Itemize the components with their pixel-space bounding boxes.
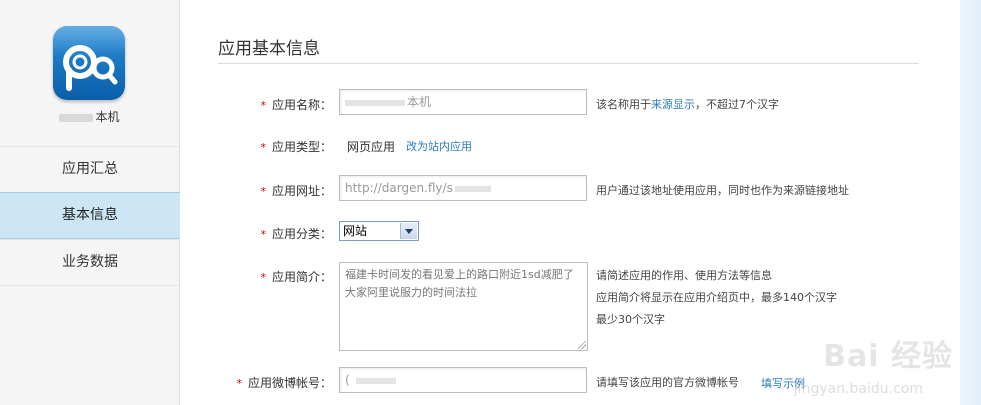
label-app-category: * 应用分类： [260,227,332,241]
resize-handle-icon[interactable] [578,341,586,349]
app-type-value: 网页应用 [347,140,396,154]
baidu-watermark-url: jingyan.baidu.com [793,381,923,397]
app-name-input[interactable]: 本机 [339,89,587,115]
weibo-hint: 请填写该应用的官方微博帐号 [596,376,739,389]
sidebar-nav: 应用汇总 基本信息 业务数据 [0,146,187,286]
weibo-account-input[interactable]: ( [339,367,587,393]
baidu-watermark: Bai 经验 [823,339,953,374]
right-gutter [960,0,981,405]
chevron-down-icon[interactable] [400,223,417,239]
app-description-textarea[interactable]: 福建卡时间发的看见爱上的路口附近1sd减肥了大家阿里说服力的时间法拉 [339,262,588,351]
required-star-icon: * [260,185,266,198]
app-name-redaction [59,113,94,122]
title-divider [218,63,919,64]
required-star-icon: * [260,141,266,154]
label-app-description: * 应用简介： [260,270,332,284]
label-app-url: * 应用网址： [260,184,332,198]
app-category-selected: 网站 [343,224,368,238]
label-app-weibo: * 应用微博帐号： [236,376,332,390]
description-hint-1: 请简述应用的作用、使用方法等信息 [596,269,772,282]
description-hint-2: 应用简介将显示在应用介绍页中，最多140个汉字 [596,291,837,304]
label-app-type: * 应用类型： [260,140,332,154]
app-name: 本机 [0,108,179,125]
app-category-select[interactable]: 网站 [339,221,419,241]
nav-item-business-data[interactable]: 业务数据 [0,239,180,286]
required-star-icon: * [236,377,242,390]
nav-item-app-summary[interactable]: 应用汇总 [0,146,180,192]
sidebar: 本机 应用汇总 基本信息 业务数据 [0,0,187,405]
nav-item-basic-info[interactable]: 基本信息 [0,192,187,239]
required-star-icon: * [260,99,266,112]
source-display-link[interactable]: 来源显示 [651,98,695,111]
app-logo-icon [53,26,125,100]
label-app-name: * 应用名称： [260,98,332,112]
app-name-text: 本机 [95,110,120,124]
required-star-icon: * [260,271,266,284]
page-title: 应用基本信息 [218,39,320,59]
change-to-site-app-link[interactable]: 改为站内应用 [406,138,472,154]
required-star-icon: * [260,228,266,241]
description-hint-3: 最少30个汉字 [596,313,665,326]
app-url-hint: 用户通过该地址使用应用，同时也作为来源链接地址 [596,184,849,197]
app-url-input[interactable]: http://dargen.fly/s [339,175,587,201]
app-name-hint: 该名称用于来源显示，不超过7个汉字 [596,98,779,111]
